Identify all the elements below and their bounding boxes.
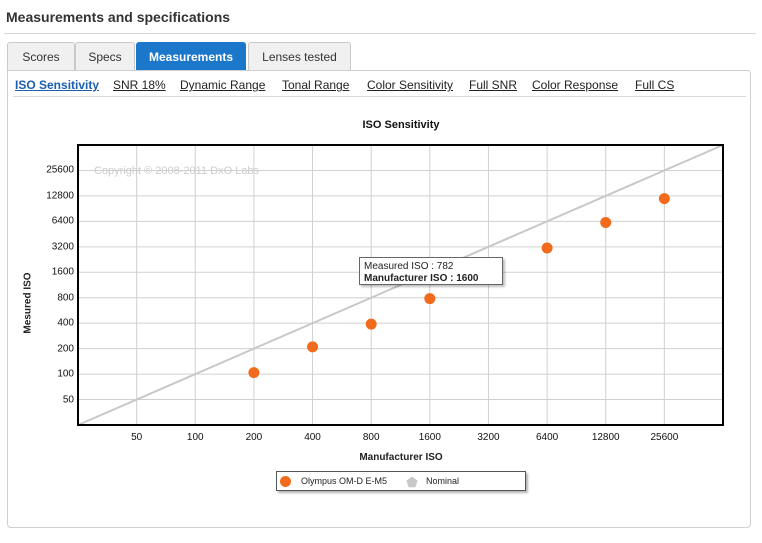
data-point [541,242,553,254]
data-point [424,293,436,305]
legend-nominal-label[interactable]: Nominal [426,476,459,486]
x-tick-label: 6400 [535,432,559,443]
data-point [307,341,319,353]
y-tick-label: 3200 [51,241,74,253]
y-tick-label: 400 [57,317,74,329]
copyright-watermark: Copyright © 2008-2011 DxO Labs [94,165,260,177]
x-tick-label: 1600 [418,432,441,443]
x-tick-label: 400 [304,432,321,443]
y-tick-label: 12800 [46,190,74,202]
data-point [658,193,670,205]
x-tick-label: 800 [362,432,380,443]
y-tick-label: 6400 [51,215,74,227]
y-tick-label: 50 [62,394,74,406]
y-tick-label: 100 [57,368,74,380]
y-tick-label: 1600 [51,266,74,278]
y-axis-label: Mesured ISO [22,272,34,334]
y-tick-label: 200 [57,343,74,355]
x-tick-label: 12800 [591,432,620,443]
legend-series-label[interactable]: Olympus OM-D E-M5 [301,476,387,486]
x-tick-label: 3200 [477,432,500,443]
data-point [248,367,260,379]
y-tick-label: 25600 [46,164,74,176]
chart-legend: Olympus OM-D E-M5 Nominal [276,471,526,491]
x-tick-label: 25600 [650,432,679,443]
x-tick-label: 200 [245,432,263,443]
tooltip-measured-iso: Measured ISO : 782 [364,261,454,272]
legend-nominal-marker-icon [406,476,418,488]
data-point [600,217,612,229]
x-tick-label: 50 [131,432,143,443]
legend-series-marker-icon [280,476,291,487]
x-axis-label: Manufacturer ISO [359,452,443,463]
x-tick-label: 100 [186,432,204,443]
y-tick-label: 800 [57,292,74,304]
data-point [365,318,377,330]
data-point-tooltip: Measured ISO : 782 Manufacturer ISO : 16… [359,257,503,285]
tooltip-manufacturer-iso: Manufacturer ISO : 1600 [364,273,479,284]
